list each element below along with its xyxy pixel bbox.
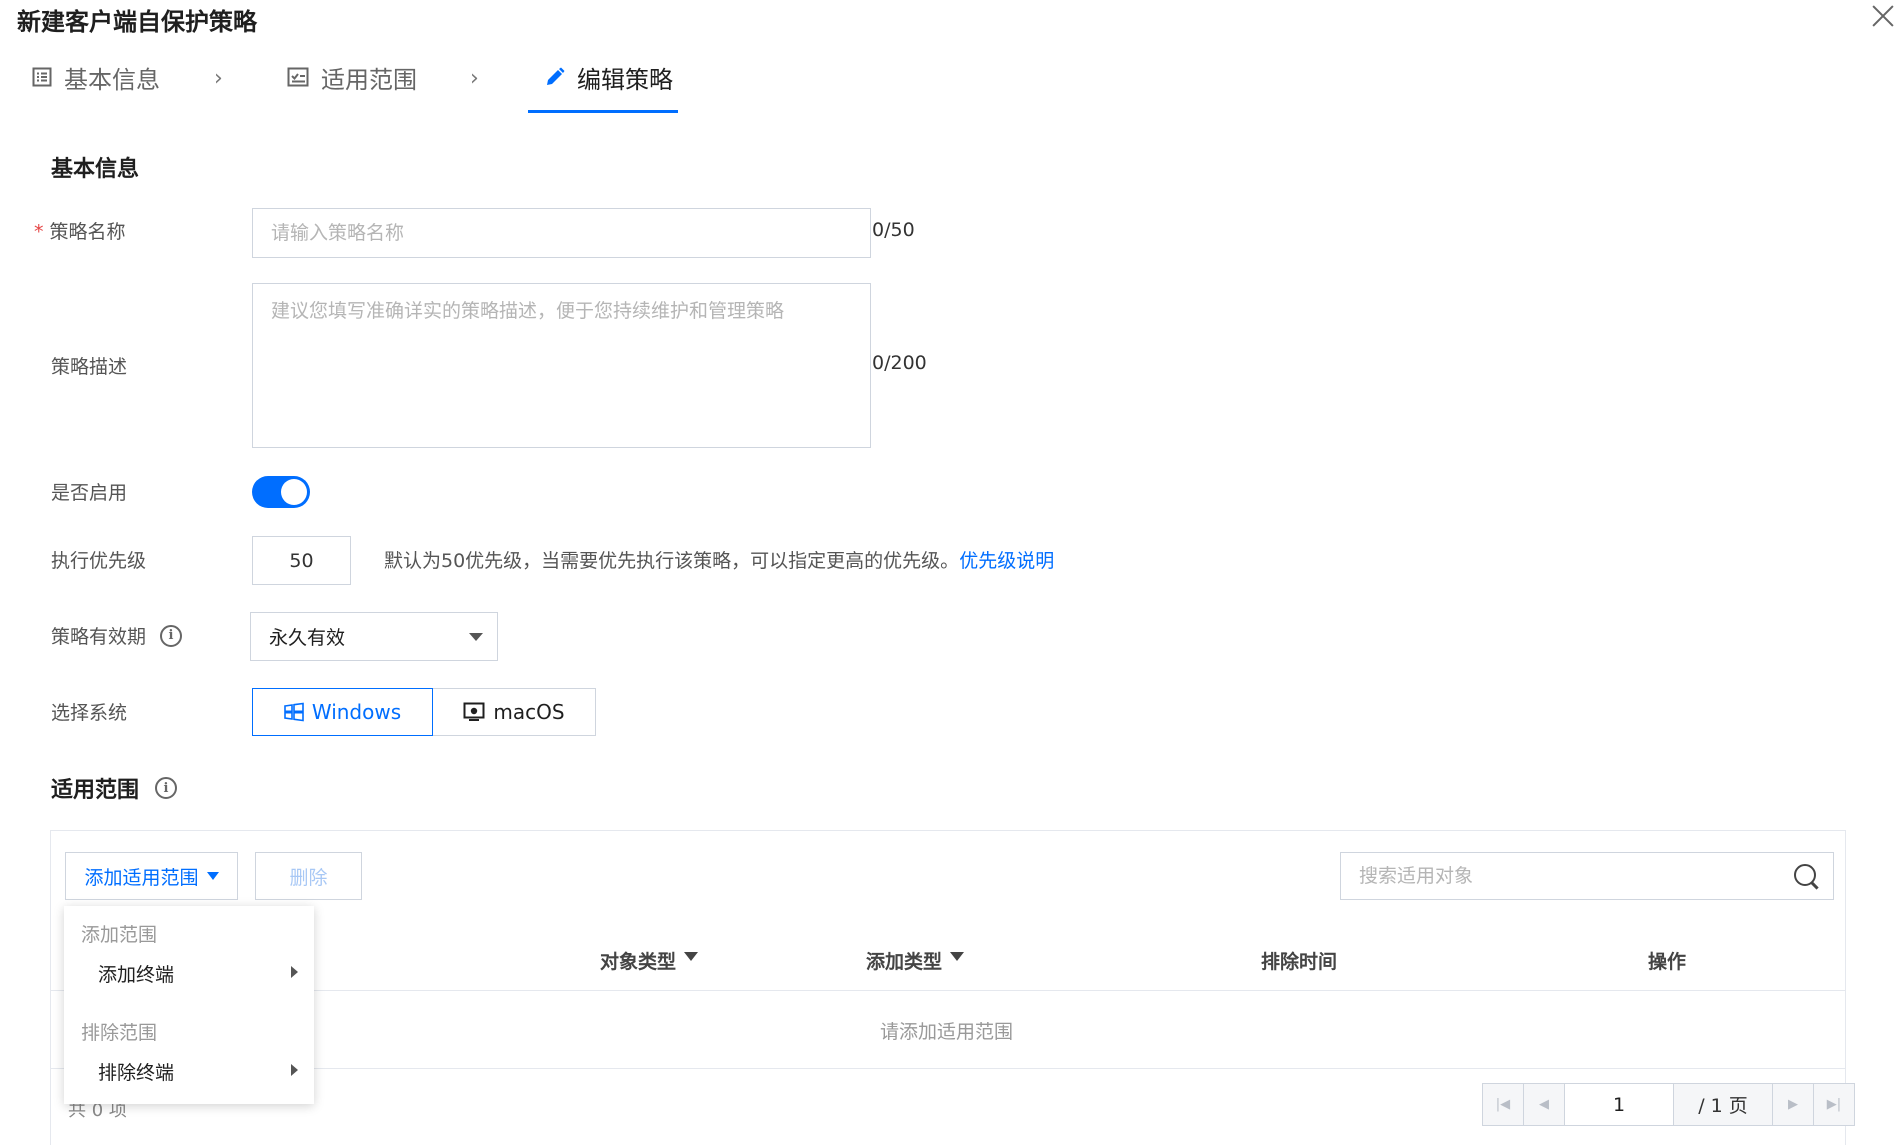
step-label: 编辑策略 (577, 65, 673, 94)
priority-hint-text: 默认为50优先级，当需要优先执行该策略，可以指定更高的优先级。 (384, 550, 960, 572)
page-total: / 1 页 (1674, 1084, 1773, 1125)
policy-desc-counter: 0/200 (872, 352, 927, 374)
table-divider (50, 990, 1846, 991)
close-icon[interactable] (1866, 0, 1900, 34)
pagination: |◀ ◀ 1 / 1 页 ▶ ▶| (1482, 1083, 1855, 1126)
basic-info-section-title: 基本信息 (51, 157, 140, 182)
caret-down-icon (206, 872, 219, 880)
validity-select[interactable]: 永久有效 (250, 612, 498, 661)
system-windows-option[interactable]: Windows (252, 688, 433, 736)
enable-toggle[interactable] (252, 476, 310, 508)
dropdown-group-exclude: 排除范围 (81, 1022, 158, 1044)
search-box (1340, 852, 1834, 900)
required-mark: * (34, 221, 44, 243)
system-macos-option[interactable]: macOS (433, 688, 596, 736)
first-page-icon[interactable]: |◀ (1483, 1084, 1524, 1125)
policy-name-label: * 策略名称 (34, 221, 126, 243)
empty-state-text: 请添加适用范围 (880, 1021, 1014, 1043)
next-page-icon[interactable]: ▶ (1773, 1084, 1814, 1125)
priority-label: 执行优先级 (51, 550, 147, 572)
step-scope[interactable]: 适用范围 (287, 60, 417, 94)
chevron-right-icon: › (470, 66, 479, 91)
caret-right-icon (291, 966, 298, 978)
system-label: 选择系统 (51, 702, 128, 724)
priority-input[interactable] (252, 536, 351, 585)
filter-icon[interactable] (684, 952, 699, 961)
validity-label: 策略有效期 i (51, 622, 183, 649)
policy-desc-label: 策略描述 (51, 356, 128, 378)
checklist-icon (287, 67, 309, 87)
table-divider (50, 1068, 1846, 1069)
last-page-icon[interactable]: ▶| (1814, 1084, 1854, 1125)
step-label: 基本信息 (64, 65, 160, 94)
info-icon[interactable]: i (155, 777, 178, 799)
caret-right-icon (291, 1064, 298, 1076)
page-number-input[interactable]: 1 (1565, 1084, 1674, 1125)
validity-selected-value: 永久有效 (269, 627, 346, 649)
windows-icon (284, 702, 304, 722)
policy-name-counter: 0/50 (872, 219, 915, 241)
prev-page-icon[interactable]: ◀ (1524, 1084, 1565, 1125)
priority-hint: 默认为50优先级，当需要优先执行该策略，可以指定更高的优先级。优先级说明 (384, 546, 1054, 573)
dialog-title: 新建客户端自保护策略 (17, 8, 257, 36)
info-icon[interactable]: i (160, 624, 183, 647)
policy-desc-textarea[interactable] (252, 283, 871, 448)
caret-down-icon (469, 633, 483, 641)
list-icon (32, 67, 52, 87)
search-icon[interactable] (1794, 864, 1816, 886)
column-object-type[interactable]: 对象类型 (600, 947, 699, 974)
add-scope-dropdown: 添加范围 添加终端 排除范围 排除终端 (64, 906, 314, 1104)
filter-icon[interactable] (950, 952, 965, 961)
menu-item-add-terminal[interactable]: 添加终端 (64, 951, 314, 995)
priority-help-link[interactable]: 优先级说明 (959, 550, 1054, 572)
add-scope-button[interactable]: 添加适用范围 (65, 852, 238, 900)
column-actions: 操作 (1648, 951, 1687, 973)
enable-label: 是否启用 (51, 482, 128, 504)
menu-item-exclude-terminal[interactable]: 排除终端 (64, 1049, 314, 1093)
active-step-indicator (528, 110, 678, 113)
policy-name-input[interactable] (252, 208, 871, 258)
delete-button[interactable]: 删除 (255, 852, 362, 900)
column-exclude-time: 排除时间 (1261, 951, 1338, 973)
step-basic-info[interactable]: 基本信息 (32, 60, 160, 94)
apple-monitor-icon (463, 702, 485, 721)
step-label: 适用范围 (321, 65, 417, 94)
chevron-right-icon: › (214, 66, 223, 91)
scope-section-title: 适用范围 i (51, 772, 178, 804)
column-add-type[interactable]: 添加类型 (866, 947, 965, 974)
step-edit-policy[interactable]: 编辑策略 (545, 60, 673, 94)
search-input[interactable] (1340, 852, 1834, 900)
pencil-icon (547, 67, 565, 85)
dropdown-group-add: 添加范围 (81, 924, 158, 946)
